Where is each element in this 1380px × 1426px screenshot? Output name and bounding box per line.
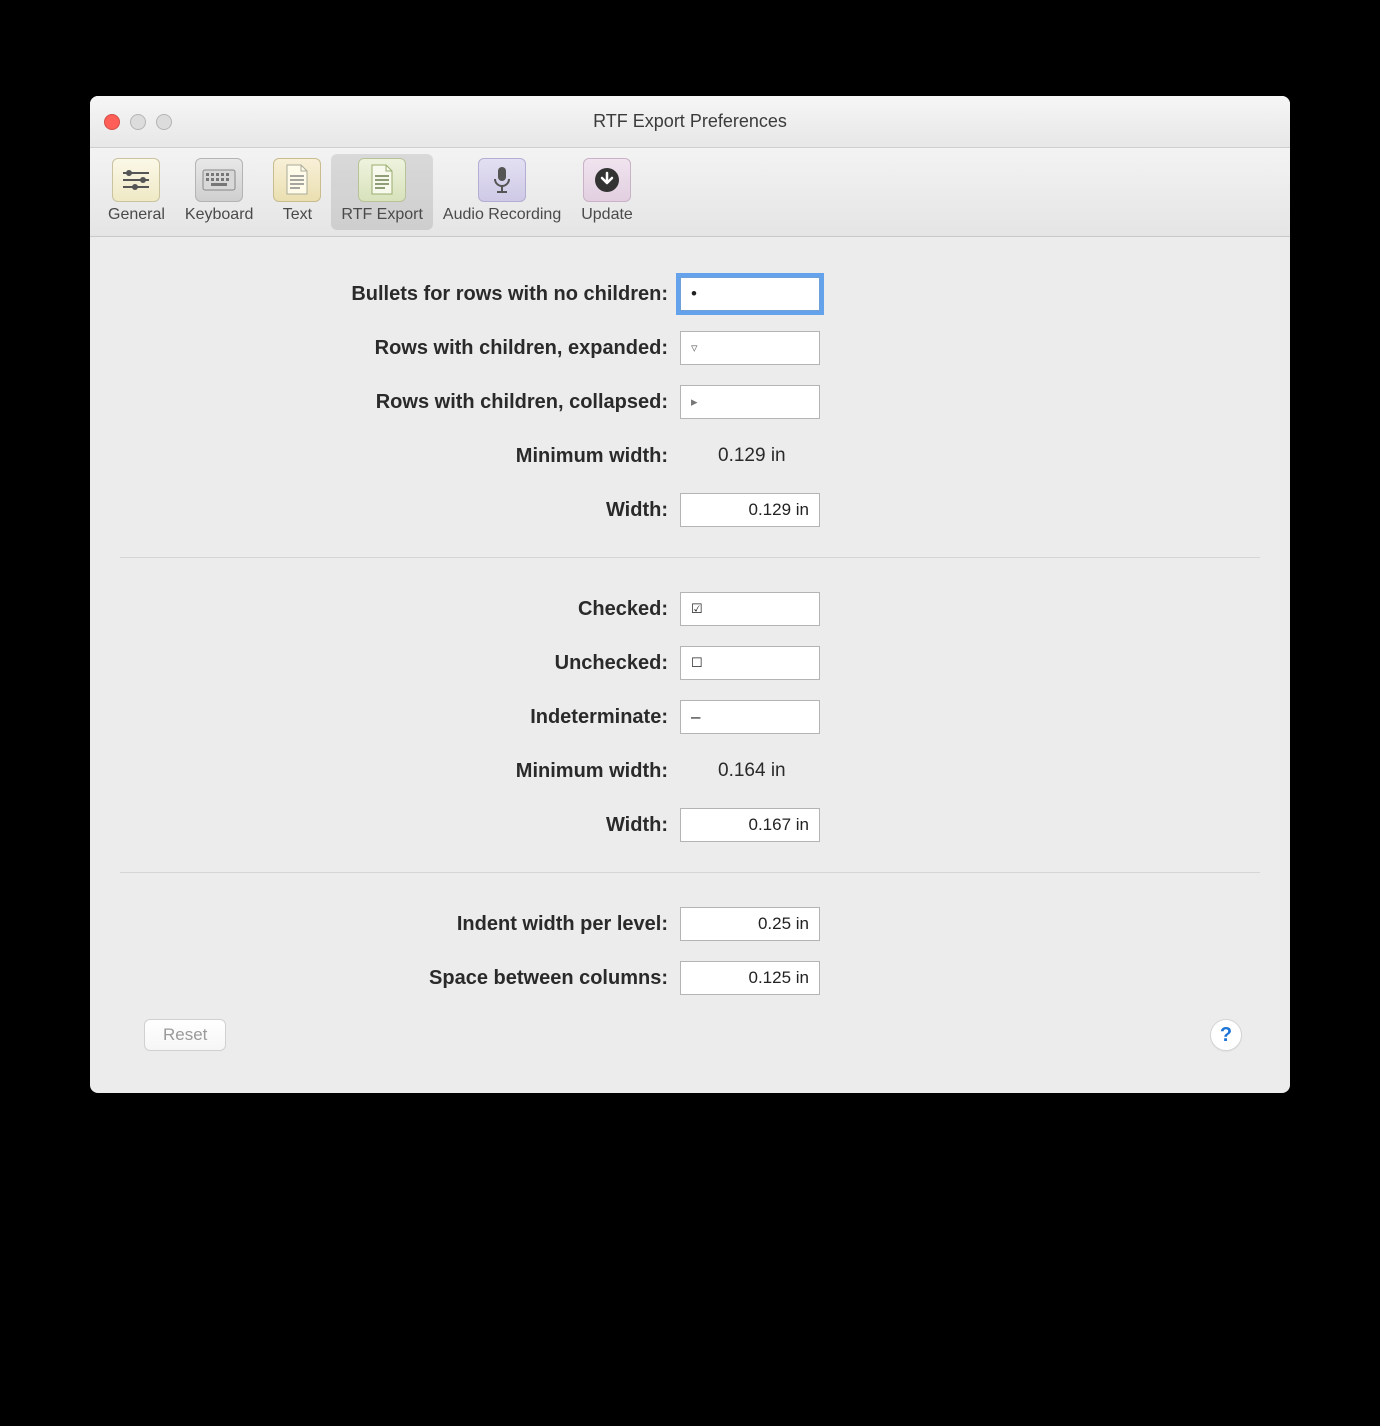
value-min-width-1: 0.129 in [680,445,786,467]
input-column-gap[interactable] [680,961,820,995]
tab-label: Text [283,206,312,224]
label-bullets-no-children: Bullets for rows with no children: [120,283,680,306]
download-circle-icon [583,158,631,202]
input-rows-collapsed[interactable] [680,385,820,419]
input-checked[interactable] [680,592,820,626]
preferences-window: RTF Export Preferences General [90,96,1290,1093]
microphone-icon [478,158,526,202]
traffic-lights [104,114,172,130]
titlebar: RTF Export Preferences [90,96,1290,148]
label-checked: Checked: [120,598,680,621]
rtf-document-icon [358,158,406,202]
input-bullets-no-children[interactable] [680,277,820,311]
tab-label: Audio Recording [443,206,561,224]
window-title: RTF Export Preferences [90,111,1290,132]
label-min-width-2: Minimum width: [120,760,680,783]
label-unchecked: Unchecked: [120,652,680,675]
input-width-2[interactable] [680,808,820,842]
minimize-window-button[interactable] [130,114,146,130]
help-button[interactable]: ? [1210,1019,1242,1051]
form-content: Bullets for rows with no children: Rows … [90,237,1290,1093]
separator [120,557,1260,558]
separator [120,872,1260,873]
tab-label: Update [581,206,633,224]
tab-text[interactable]: Text [263,154,331,230]
label-width-2: Width: [120,814,680,837]
value-min-width-2: 0.164 in [680,760,786,782]
reset-button[interactable]: Reset [144,1019,226,1051]
tab-label: Keyboard [185,206,254,224]
tab-keyboard[interactable]: Keyboard [175,154,264,230]
input-width-1[interactable] [680,493,820,527]
preferences-toolbar: General Keyboard [90,148,1290,237]
zoom-window-button[interactable] [156,114,172,130]
tab-label: RTF Export [341,206,423,224]
tab-general[interactable]: General [98,154,175,230]
input-indent-width[interactable] [680,907,820,941]
label-indeterminate: Indeterminate: [120,706,680,729]
sliders-icon [112,158,160,202]
tab-update[interactable]: Update [571,154,643,230]
tab-label: General [108,206,165,224]
label-indent-width: Indent width per level: [120,913,680,936]
label-rows-expanded: Rows with children, expanded: [120,337,680,360]
label-width-1: Width: [120,499,680,522]
label-min-width-1: Minimum width: [120,445,680,468]
label-column-gap: Space between columns: [120,967,680,990]
keyboard-icon [195,158,243,202]
tab-rtf-export[interactable]: RTF Export [331,154,433,230]
input-unchecked[interactable] [680,646,820,680]
close-window-button[interactable] [104,114,120,130]
tab-audio-recording[interactable]: Audio Recording [433,154,571,230]
document-icon [273,158,321,202]
input-rows-expanded[interactable] [680,331,820,365]
label-rows-collapsed: Rows with children, collapsed: [120,391,680,414]
input-indeterminate[interactable] [680,700,820,734]
